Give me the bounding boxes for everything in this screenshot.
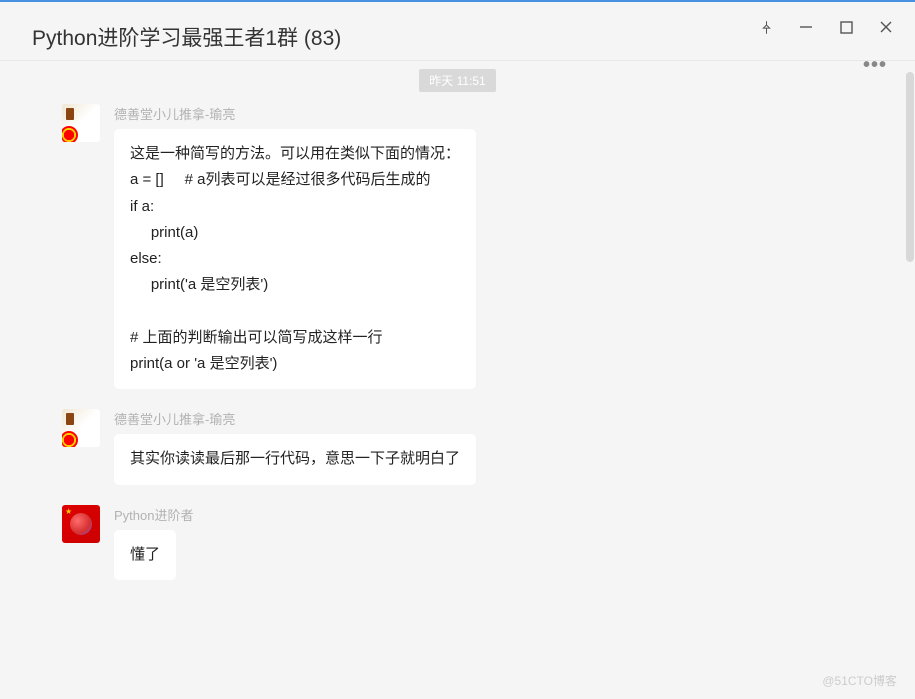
avatar[interactable] bbox=[62, 409, 100, 447]
watermark: @51CTO博客 bbox=[822, 672, 897, 689]
message-content: Python进阶者 懂了 bbox=[114, 505, 524, 580]
minimize-icon[interactable] bbox=[797, 18, 815, 36]
pin-icon[interactable] bbox=[757, 18, 775, 36]
message-content: 德善堂小儿推拿-瑜亮 其实你读读最后那一行代码，意思一下子就明白了 bbox=[114, 409, 524, 484]
message-text: 这是一种简写的方法。可以用在类似下面的情况： a = [] # a列表可以是经过… bbox=[130, 141, 460, 377]
chat-area: 昨天 11:51 德善堂小儿推拿-瑜亮 这是一种简写的方法。可以用在类似下面的情… bbox=[0, 61, 915, 688]
message-content: 德善堂小儿推拿-瑜亮 这是一种简写的方法。可以用在类似下面的情况： a = []… bbox=[114, 104, 524, 389]
message-text: 其实你读读最后那一行代码，意思一下子就明白了 bbox=[130, 450, 460, 467]
sender-name: 德善堂小儿推拿-瑜亮 bbox=[114, 409, 524, 428]
message-bubble[interactable]: 懂了 bbox=[114, 530, 176, 580]
message-row: 德善堂小儿推拿-瑜亮 这是一种简写的方法。可以用在类似下面的情况： a = []… bbox=[62, 104, 895, 389]
scrollbar-thumb[interactable] bbox=[906, 72, 914, 262]
avatar[interactable] bbox=[62, 505, 100, 543]
sender-name: Python进阶者 bbox=[114, 505, 524, 524]
close-icon[interactable] bbox=[877, 18, 895, 36]
timestamp-badge: 昨天 11:51 bbox=[20, 69, 895, 92]
scrollbar-track bbox=[905, 72, 915, 699]
more-menu-icon[interactable]: ••• bbox=[863, 54, 887, 77]
message-row: 德善堂小儿推拿-瑜亮 其实你读读最后那一行代码，意思一下子就明白了 bbox=[62, 409, 895, 484]
message-row: Python进阶者 懂了 bbox=[62, 505, 895, 580]
chat-title: Python进阶学习最强王者1群 (83) bbox=[32, 22, 341, 52]
timestamp-text: 昨天 11:51 bbox=[419, 69, 495, 92]
avatar[interactable] bbox=[62, 104, 100, 142]
titlebar: Python进阶学习最强王者1群 (83) bbox=[0, 2, 915, 61]
message-bubble[interactable]: 这是一种简写的方法。可以用在类似下面的情况： a = [] # a列表可以是经过… bbox=[114, 129, 476, 389]
maximize-icon[interactable] bbox=[837, 18, 855, 36]
message-text: 懂了 bbox=[130, 546, 160, 563]
sender-name: 德善堂小儿推拿-瑜亮 bbox=[114, 104, 524, 123]
window-controls bbox=[757, 18, 895, 36]
message-bubble[interactable]: 其实你读读最后那一行代码，意思一下子就明白了 bbox=[114, 434, 476, 484]
